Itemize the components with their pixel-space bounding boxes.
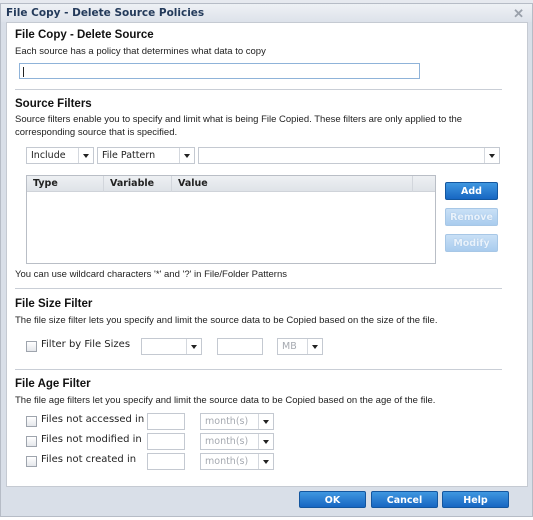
chevron-down-icon[interactable] [258, 454, 273, 469]
file-size-filter-heading: File Size Filter [15, 298, 93, 310]
file-age-filter-description: The file age filters let you specify and… [15, 395, 436, 406]
file-size-filter-description: The file size filter lets you specify an… [15, 315, 438, 326]
chevron-down-icon[interactable] [186, 339, 201, 354]
source-filters-heading: Source Filters [15, 98, 92, 110]
dialog-content: File Copy - Delete Source Each source ha… [6, 22, 528, 487]
source-filters-table[interactable]: Type Variable Value [26, 175, 436, 264]
unit-value: month(s) [205, 416, 249, 427]
files-not-accessed-label[interactable]: Files not accessed in [41, 414, 144, 425]
files-not-modified-unit-select[interactable]: month(s) [200, 433, 274, 450]
close-x-icon[interactable]: ✕ [513, 6, 524, 22]
chevron-down-icon[interactable] [78, 148, 93, 163]
chevron-down-icon[interactable] [258, 434, 273, 449]
unit-value: month(s) [205, 456, 249, 467]
unit-value: month(s) [205, 436, 249, 447]
cancel-button[interactable]: Cancel [371, 491, 438, 508]
table-header: Type Variable Value [27, 176, 435, 192]
section-divider [15, 369, 502, 370]
ok-button[interactable]: OK [299, 491, 366, 508]
files-not-accessed-value-input[interactable] [147, 413, 185, 430]
size-value-input[interactable] [217, 338, 263, 355]
column-header-value[interactable]: Value [172, 176, 413, 192]
filter-kind-select[interactable]: File Pattern [97, 147, 195, 164]
file-age-filter-heading: File Age Filter [15, 378, 91, 390]
column-header-type[interactable]: Type [27, 176, 104, 192]
file-copy-policies-dialog: File Copy - Delete Source Policies ✕ Fil… [0, 3, 533, 517]
dialog-titlebar[interactable]: File Copy - Delete Source Policies ✕ [1, 4, 532, 22]
files-not-modified-value-input[interactable] [147, 433, 185, 450]
chevron-down-icon[interactable] [258, 414, 273, 429]
filter-mode-select[interactable]: Include [26, 147, 94, 164]
help-button[interactable]: Help [442, 491, 509, 508]
chevron-down-icon[interactable] [484, 148, 499, 163]
files-not-created-value-input[interactable] [147, 453, 185, 470]
filter-by-file-sizes-checkbox[interactable] [26, 341, 37, 352]
add-button[interactable]: Add [445, 182, 498, 200]
files-not-created-unit-select[interactable]: month(s) [200, 453, 274, 470]
policy-heading: File Copy - Delete Source [15, 29, 154, 41]
modify-button[interactable]: Modify [445, 234, 498, 252]
policy-name-input[interactable] [19, 63, 420, 79]
wildcard-note: You can use wildcard characters '*' and … [15, 269, 287, 280]
section-divider [15, 288, 502, 289]
files-not-created-checkbox[interactable] [26, 456, 37, 467]
filter-value-combobox[interactable] [198, 147, 500, 164]
files-not-modified-label[interactable]: Files not modified in [41, 434, 142, 445]
column-header-filler [413, 176, 435, 192]
size-unit-value: MB [282, 341, 297, 352]
files-not-modified-checkbox[interactable] [26, 436, 37, 447]
files-not-accessed-checkbox[interactable] [26, 416, 37, 427]
source-filters-description-1: Source filters enable you to specify and… [15, 114, 463, 125]
dialog-title: File Copy - Delete Source Policies [6, 7, 205, 19]
chevron-down-icon[interactable] [307, 339, 322, 354]
size-operator-select[interactable] [141, 338, 202, 355]
files-not-accessed-unit-select[interactable]: month(s) [200, 413, 274, 430]
section-divider [15, 89, 502, 90]
text-caret [23, 67, 24, 77]
column-header-variable[interactable]: Variable [104, 176, 172, 192]
filter-mode-value: Include [31, 150, 66, 161]
chevron-down-icon[interactable] [179, 148, 194, 163]
filter-kind-value: File Pattern [102, 150, 156, 161]
policy-description: Each source has a policy that determines… [15, 46, 266, 57]
size-unit-select[interactable]: MB [277, 338, 323, 355]
filter-by-file-sizes-label[interactable]: Filter by File Sizes [41, 339, 130, 350]
files-not-created-label[interactable]: Files not created in [41, 454, 136, 465]
source-filters-description-2: corresponding source that is specified. [15, 127, 178, 138]
remove-button[interactable]: Remove [445, 208, 498, 226]
